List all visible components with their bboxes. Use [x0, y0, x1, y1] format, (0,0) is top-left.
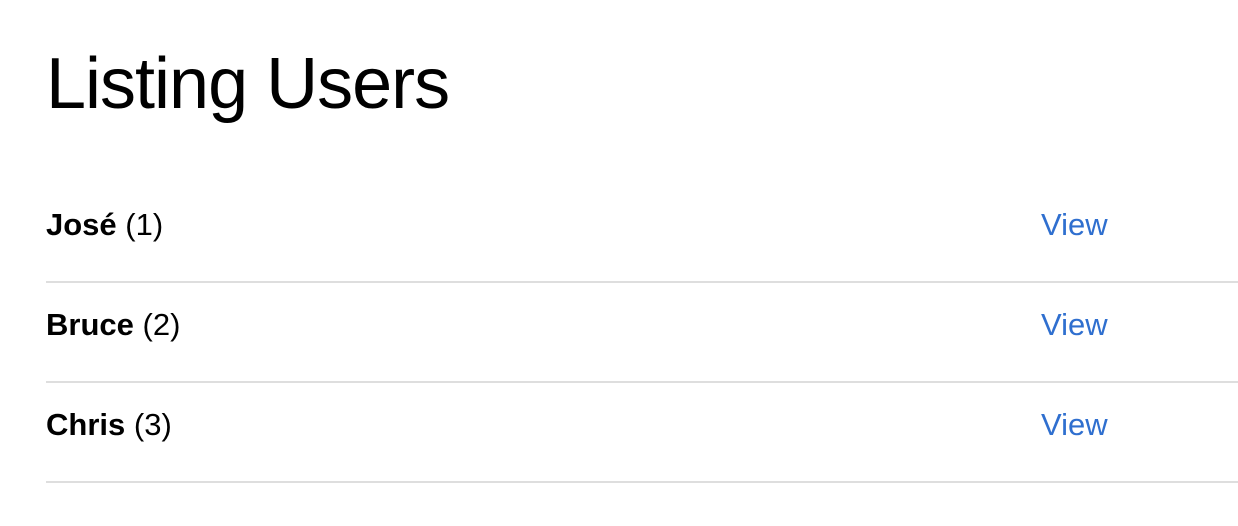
- page-title: Listing Users: [46, 44, 450, 124]
- user-name: Bruce: [46, 307, 134, 342]
- user-id: (3): [133, 407, 172, 442]
- list-item: Chris (3) View: [46, 383, 1238, 483]
- user-list: José (1) View Bruce (2) View Chris (3) V…: [46, 183, 1238, 483]
- user-name: José: [46, 207, 117, 242]
- user-info: Chris (3): [46, 405, 172, 445]
- view-user-link[interactable]: View: [1041, 305, 1108, 345]
- user-info: José (1): [46, 205, 163, 245]
- user-name: Chris: [46, 407, 126, 442]
- user-id: (1): [125, 207, 164, 242]
- view-user-link[interactable]: View: [1041, 405, 1108, 445]
- user-id: (2): [142, 307, 181, 342]
- view-user-link[interactable]: View: [1041, 205, 1108, 245]
- list-item: José (1) View: [46, 183, 1238, 283]
- user-info: Bruce (2): [46, 305, 180, 345]
- list-item: Bruce (2) View: [46, 283, 1238, 383]
- page: Listing Users José (1) View Bruce (2) Vi…: [0, 0, 1238, 526]
